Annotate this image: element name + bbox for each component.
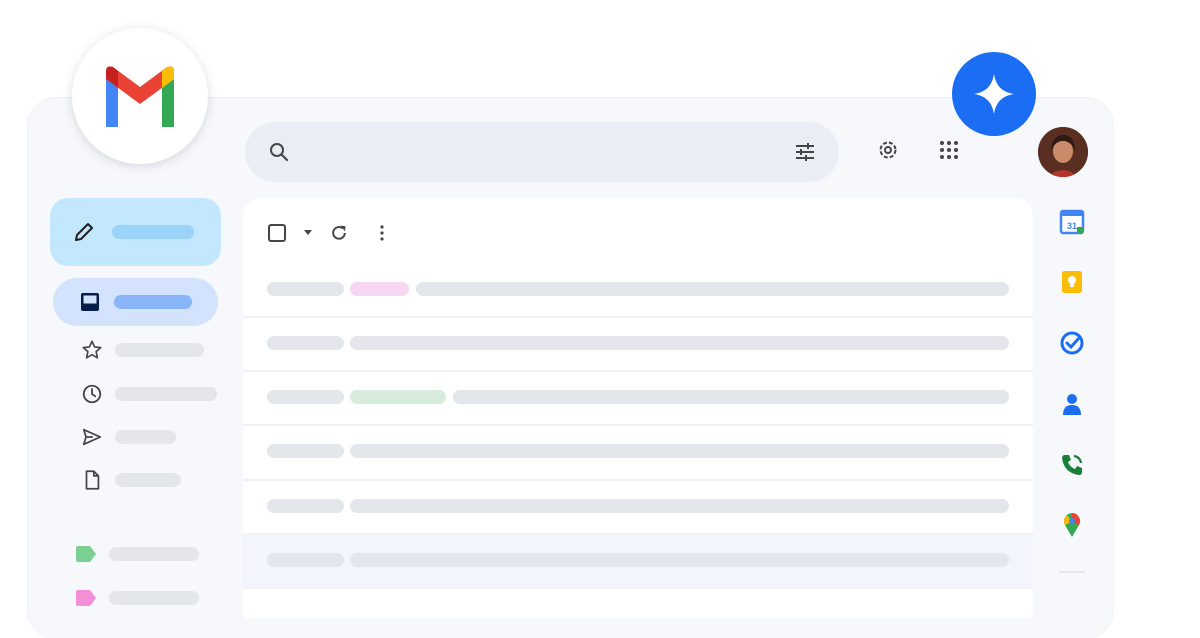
sender-placeholder <box>267 390 344 404</box>
label-icon <box>75 546 97 562</box>
sender-placeholder <box>267 282 344 296</box>
gmail-logo-icon <box>100 65 180 127</box>
search-bar[interactable] <box>245 122 839 182</box>
sidebar-label-placeholder <box>114 295 192 309</box>
compose-button[interactable] <box>50 198 221 266</box>
voice-icon[interactable] <box>1058 451 1086 479</box>
sidebar-label-placeholder <box>115 387 217 401</box>
tasks-icon[interactable] <box>1058 329 1086 357</box>
clock-icon <box>81 383 103 405</box>
more-vert-icon[interactable] <box>372 223 392 243</box>
sender-placeholder <box>267 444 344 458</box>
sidebar-item-snoozed[interactable] <box>53 370 218 418</box>
sender-placeholder <box>267 336 344 350</box>
calendar-date: 31 <box>1067 221 1077 231</box>
compose-label-placeholder <box>112 225 194 239</box>
pencil-icon <box>72 220 96 244</box>
draft-icon <box>81 469 103 491</box>
subject-placeholder <box>350 553 1009 567</box>
gemini-button[interactable] <box>952 52 1036 136</box>
email-row[interactable] <box>243 316 1033 372</box>
subject-placeholder <box>416 282 1009 296</box>
sidebar-label-placeholder <box>109 547 199 561</box>
mail-list <box>243 198 1033 618</box>
maps-icon[interactable] <box>1058 511 1086 539</box>
subject-placeholder <box>453 390 1009 404</box>
subject-placeholder <box>350 499 1009 513</box>
sidebar-label-placeholder <box>115 343 204 357</box>
gemini-sparkle-icon <box>972 72 1016 116</box>
inbox-icon <box>79 291 101 313</box>
email-row[interactable] <box>243 424 1033 480</box>
subject-placeholder <box>350 444 1009 458</box>
sidebar-label-placeholder <box>115 473 181 487</box>
tune-icon[interactable] <box>793 140 817 164</box>
sidebar-label-item[interactable] <box>53 530 218 578</box>
email-row[interactable] <box>243 533 1033 589</box>
side-divider <box>1059 571 1085 573</box>
apps-grid-icon[interactable] <box>937 138 961 162</box>
keep-icon[interactable] <box>1058 268 1086 296</box>
sidebar-item-sent[interactable] <box>53 413 218 461</box>
sidebar-item-drafts[interactable] <box>53 456 218 504</box>
label-icon <box>75 590 97 606</box>
gear-icon[interactable] <box>876 138 900 162</box>
sidebar-item-starred[interactable] <box>53 326 218 374</box>
contacts-icon[interactable] <box>1058 390 1086 418</box>
sidebar-label-placeholder <box>109 591 199 605</box>
gmail-logo-badge <box>72 28 208 164</box>
label-chip-placeholder <box>350 282 409 296</box>
calendar-icon[interactable]: 31 <box>1058 208 1086 236</box>
send-icon <box>81 426 103 448</box>
email-row[interactable] <box>243 370 1033 426</box>
user-avatar[interactable] <box>1038 127 1088 177</box>
sender-placeholder <box>267 499 344 513</box>
label-chip-placeholder <box>350 390 446 404</box>
sender-placeholder <box>267 553 344 567</box>
sidebar-label-placeholder <box>115 430 176 444</box>
email-row[interactable] <box>243 587 1033 618</box>
email-row[interactable] <box>243 479 1033 535</box>
sidebar-label-item[interactable] <box>53 574 218 622</box>
refresh-icon[interactable] <box>329 223 349 243</box>
checkbox-icon[interactable] <box>267 223 287 243</box>
caret-down-icon[interactable] <box>303 229 313 237</box>
search-icon[interactable] <box>267 140 291 164</box>
subject-placeholder <box>350 336 1009 350</box>
star-icon <box>81 339 103 361</box>
email-row[interactable] <box>243 264 1033 318</box>
sidebar-item-inbox[interactable] <box>53 278 218 326</box>
